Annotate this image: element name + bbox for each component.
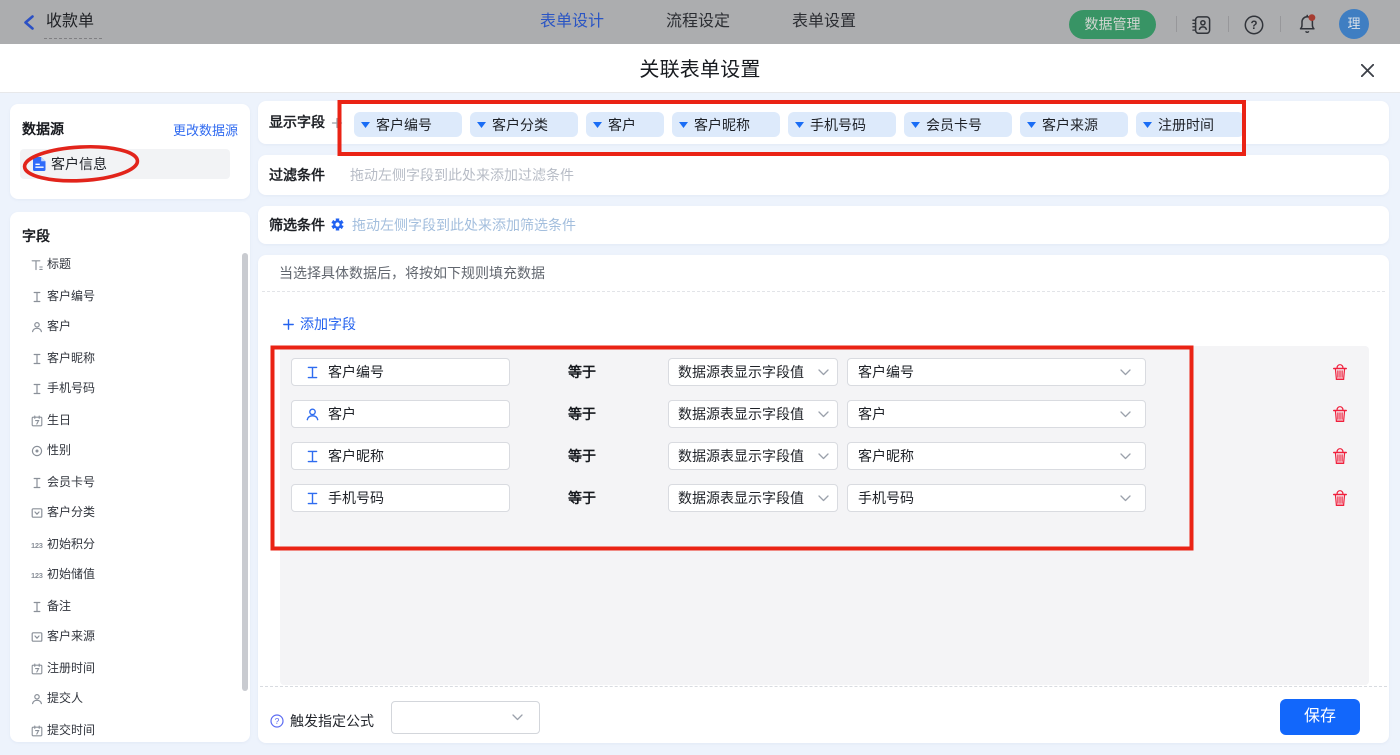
svg-text:123: 123 [31, 571, 43, 580]
svg-text:?: ? [1250, 20, 1257, 32]
svg-text:?: ? [275, 716, 280, 726]
svg-text:123: 123 [31, 541, 43, 550]
